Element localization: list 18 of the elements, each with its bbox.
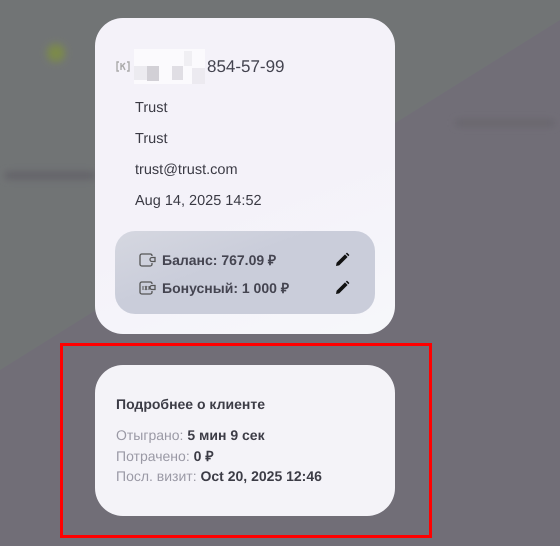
stat-text: Отыграно: 5 мин 9 сек [116,426,266,445]
edit-icon[interactable] [334,252,350,268]
wallet-icon [139,252,157,266]
client-info-text: trust@trust.com [135,161,239,180]
details-title: Подробнее о клиенте [116,396,266,412]
redaction-mosaic-drawing [134,49,205,84]
tag-icon [116,61,130,72]
edit-icon[interactable] [334,280,350,296]
client-info-text: Trust [135,99,168,118]
phone-number: 854-57-99 [207,56,285,76]
balance-text: Баланс: 767.09 ₽ [162,251,276,269]
client-info-text: Aug 14, 2025 14:52 [135,192,263,211]
stat-text: Посл. визит: Oct 20, 2025 12:46 [116,467,323,486]
client-info-text: Trust [135,130,168,149]
bonus-wallet-icon [139,280,157,294]
blurred-logo-icon [47,44,65,62]
balance-text: Бонусный: 1 000 ₽ [162,279,289,297]
stat-text: Потрачено: 0 ₽ [116,446,214,466]
